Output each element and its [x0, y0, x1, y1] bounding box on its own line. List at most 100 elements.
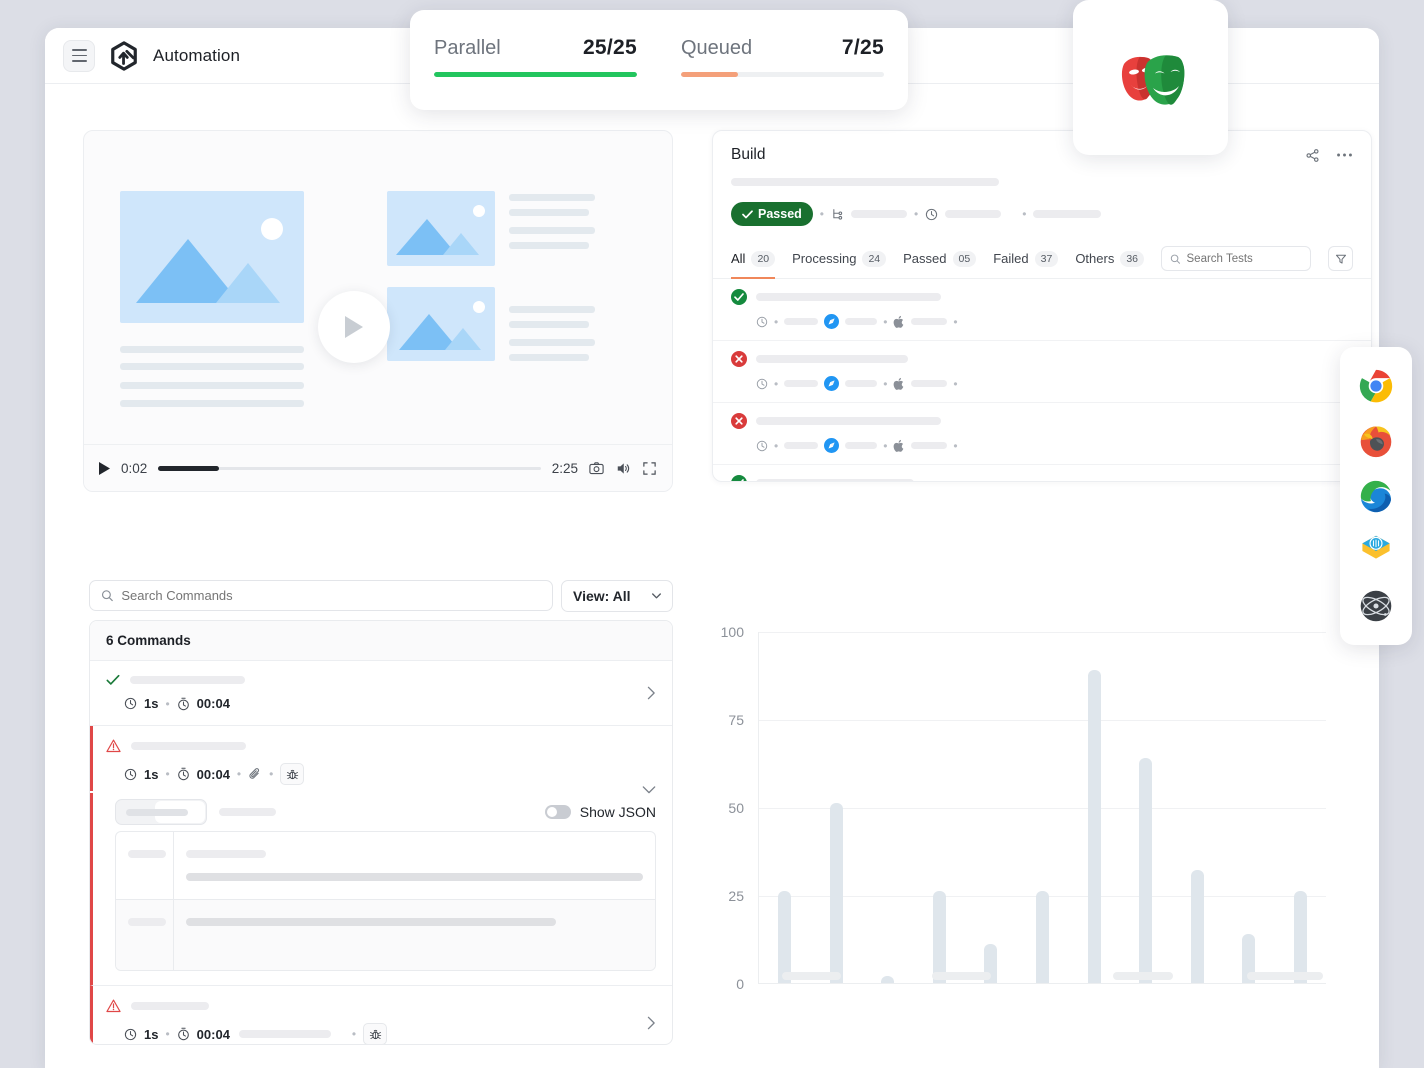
bug-button[interactable]: [363, 1023, 388, 1044]
firefox-icon[interactable]: [1359, 424, 1393, 458]
list-item[interactable]: 1s • 00:04 • •: [90, 726, 672, 794]
chart-bar[interactable]: [1036, 891, 1049, 983]
cypress-icon[interactable]: [1359, 534, 1393, 568]
tab-others[interactable]: Others 36: [1075, 239, 1145, 278]
warning-triangle-icon: [106, 739, 121, 753]
detail-key-cell: [116, 832, 174, 899]
browser-rail: [1340, 347, 1412, 645]
chart-bar-column[interactable]: [1274, 632, 1326, 983]
chart-bar-column[interactable]: [811, 632, 863, 983]
table-row: [116, 900, 655, 970]
x-circle-icon: [731, 351, 747, 367]
search-icon: [1170, 254, 1181, 264]
chart-bar[interactable]: [1087, 669, 1101, 983]
video-preview-stage[interactable]: [84, 131, 672, 444]
table-row[interactable]: • • •: [713, 279, 1371, 341]
chevron-right-icon[interactable]: [647, 686, 656, 700]
command-elapsed: 00:04: [196, 766, 230, 782]
table-row[interactable]: • • •: [713, 465, 1371, 481]
chart-y-tick: 0: [736, 976, 744, 992]
test-meta-placeholder: [784, 442, 819, 449]
chart-bar-column[interactable]: [914, 632, 966, 983]
list-item[interactable]: 1s • 00:04 •: [90, 985, 672, 1044]
list-item[interactable]: 1s • 00:04: [90, 661, 672, 726]
video-total-time: 2:25: [551, 461, 578, 476]
stat-label: Parallel: [434, 37, 501, 59]
search-commands-field[interactable]: [89, 580, 553, 611]
tab-passed[interactable]: Passed 05: [903, 239, 977, 278]
show-json-toggle[interactable]: [544, 805, 571, 819]
chart-bar-column[interactable]: [1223, 632, 1275, 983]
check-icon: [742, 209, 753, 218]
video-play-overlay-button[interactable]: [318, 291, 390, 363]
separator-dot: •: [913, 207, 919, 221]
chart-bar-column[interactable]: [965, 632, 1017, 983]
electron-icon[interactable]: [1359, 589, 1393, 623]
placeholder-image-large: [120, 191, 304, 323]
chart-y-tick: 50: [728, 800, 744, 816]
chart-bar-column[interactable]: [862, 632, 914, 983]
hamburger-icon[interactable]: [63, 39, 95, 72]
chart-plot-area: [758, 632, 1326, 984]
view-filter-label: View: All: [573, 588, 631, 604]
tab-all[interactable]: All 20: [731, 239, 776, 279]
search-commands-input[interactable]: [121, 588, 541, 603]
more-options-icon[interactable]: [1336, 152, 1353, 158]
chart-bar[interactable]: [778, 891, 792, 983]
chart-bar[interactable]: [829, 803, 843, 983]
bug-button[interactable]: [280, 763, 305, 785]
clock-icon: [124, 697, 137, 710]
table-row[interactable]: • • •: [713, 403, 1371, 465]
play-button[interactable]: [99, 462, 110, 475]
chevron-down-icon[interactable]: [642, 786, 656, 795]
placeholder-text-line: [509, 321, 589, 328]
view-mode-toggle[interactable]: [115, 799, 207, 825]
paperclip-icon[interactable]: [248, 767, 262, 781]
chart-bar[interactable]: [1293, 891, 1307, 983]
filter-icon: [1335, 254, 1346, 264]
stat-label: Queued: [681, 37, 753, 59]
video-progress-scrubber[interactable]: [158, 466, 541, 471]
chart-bar-column[interactable]: [1120, 632, 1172, 983]
status-badge: Passed: [731, 202, 813, 226]
test-meta-placeholder: [845, 442, 878, 449]
chart-bar[interactable]: [932, 891, 946, 983]
chart-bar[interactable]: [881, 975, 895, 983]
share-icon[interactable]: [1305, 148, 1320, 163]
filter-button[interactable]: [1328, 246, 1353, 271]
camera-icon[interactable]: [589, 461, 604, 476]
separator-dot: •: [236, 767, 242, 781]
chart-bar-column[interactable]: [1017, 632, 1069, 983]
placeholder-image-small: [387, 191, 495, 266]
chart-bar[interactable]: [1190, 870, 1204, 983]
chrome-icon[interactable]: [1359, 369, 1393, 403]
tab-processing[interactable]: Processing 24: [792, 239, 887, 278]
tab-failed[interactable]: Failed 37: [993, 239, 1059, 278]
build-panel: Build Passed • • • All 20 Processing 24 …: [712, 130, 1372, 482]
clock-icon: [124, 1028, 137, 1040]
chart-bar[interactable]: [1139, 757, 1153, 983]
table-row: [116, 832, 655, 900]
stat-value: 25/25: [582, 36, 637, 59]
separator-dot: •: [1022, 207, 1027, 221]
search-tests-input[interactable]: [1186, 252, 1303, 265]
chart-bar-column[interactable]: [1068, 632, 1120, 983]
x-label-placeholder: [781, 972, 842, 980]
speaker-icon[interactable]: [615, 461, 631, 476]
chart-bar-column[interactable]: [759, 632, 811, 983]
bar-chart: 0 25 50 75 100: [700, 612, 1340, 1012]
commands-panel: 6 Commands 1s • 00:04 1s • 00:04 • • Sho…: [89, 620, 673, 1045]
build-meta-row: Passed • • •: [731, 202, 1353, 226]
view-filter-dropdown[interactable]: View: All: [561, 580, 673, 612]
test-name-placeholder: [756, 355, 908, 363]
fullscreen-icon[interactable]: [642, 461, 657, 476]
chart-bar-column[interactable]: [1171, 632, 1223, 983]
progress-bar: [681, 72, 884, 77]
table-row[interactable]: • • •: [713, 341, 1371, 403]
command-name-placeholder: [131, 1002, 209, 1010]
search-tests-field[interactable]: [1161, 246, 1312, 271]
x-label-placeholder: [1113, 972, 1173, 980]
chevron-right-icon[interactable]: [647, 1016, 656, 1030]
warning-triangle-icon: [106, 999, 121, 1013]
edge-icon[interactable]: [1359, 479, 1393, 513]
